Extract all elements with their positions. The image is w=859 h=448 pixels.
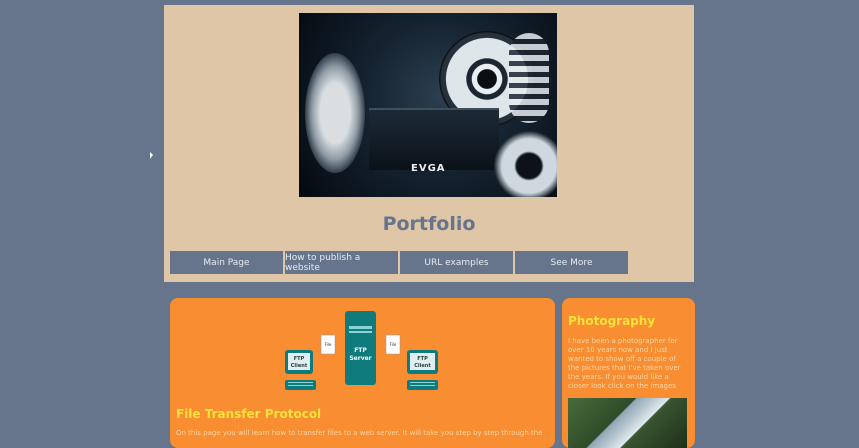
mouse-cursor [150,152,153,159]
client-left-label-2: Client [291,363,308,369]
brand-text: EVGA [411,163,446,174]
fan-bottom-graphic [494,131,557,197]
nav-item-url-examples[interactable]: URL examples [400,251,513,274]
nav-item-publish-website[interactable]: How to publish a website [285,251,398,274]
header-panel: EVGA Portfolio Main Page How to publish … [164,5,694,282]
server-slot [349,331,372,333]
hero-image: EVGA [299,13,557,197]
photography-card-title: Photography [568,314,656,328]
fan-left-graphic [305,53,365,173]
page-title: Portfolio [382,213,476,235]
server-label-1: FTP [354,347,367,354]
client-left-label-1: FTP [294,356,305,362]
ftp-card-text: On this page you will learn how to trans… [176,429,543,437]
cable-graphic [509,33,549,123]
client-right-label-1: FTP [417,356,428,362]
gpu-graphic [369,108,499,170]
ftp-card-title: File Transfer Protocol [176,407,322,421]
nav-bar: Main Page How to publish a website URL e… [170,251,628,274]
server-label-2: Server [349,355,371,362]
client-right-label-2: Client [414,363,431,369]
ftp-card: FTP Server FTP Client FTP Client File Fi… [170,298,555,448]
nav-item-see-more[interactable]: See More [515,251,628,274]
server-slot [349,326,372,329]
photography-card-text: I have been a photographer for over 10 y… [568,337,681,390]
file-right-label: File [390,342,397,347]
photograph-image[interactable] [568,398,687,448]
photography-card: Photography I have been a photographer f… [562,298,695,448]
ftp-diagram[interactable]: FTP Server FTP Client FTP Client File Fi… [170,298,555,398]
file-left-label: File [325,342,332,347]
nav-item-main-page[interactable]: Main Page [170,251,283,274]
